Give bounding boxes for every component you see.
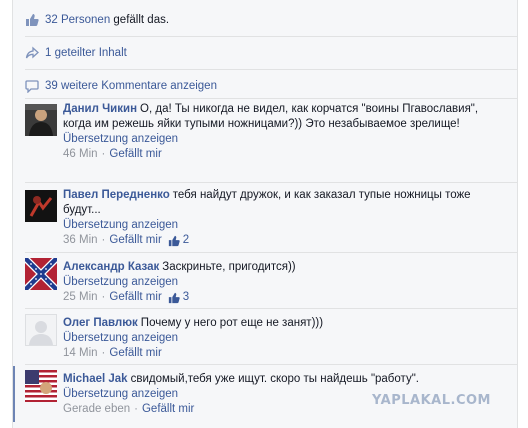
confederate-flag-icon [25,258,57,290]
avatar-photo-icon [25,190,57,222]
shares-link[interactable]: 1 geteilter Inhalt [45,47,127,59]
likes-summary: 32 Personen gefällt das. [25,8,169,32]
comment-like-button[interactable]: Gefällt mir [109,290,161,305]
likes-number: 2 [182,234,190,246]
meta-separator: · [101,347,106,359]
default-avatar-icon [26,315,56,345]
comment-time[interactable]: 46 Min [63,147,98,162]
divider [25,36,517,37]
comment-like-button[interactable]: Gefällt mir [142,402,194,417]
comment-like-button[interactable]: Gefällt mir [109,346,161,361]
share-icon [25,46,39,59]
meta-separator: · [101,234,106,246]
comment-item: Данил Чикин О, да! Ты никогда не видел, к… [13,98,517,182]
translate-link[interactable]: Übersetzung anzeigen [63,331,503,346]
comment-text: Почему у него рот еще не занят))) [140,317,324,329]
comment-body: Павел Передненко тебя найдут дружок, и ка… [63,188,503,248]
comment-author[interactable]: Олег Павлюк [63,317,138,329]
comment-body: Данил Чикин О, да! Ты никогда не видел, к… [63,102,503,162]
thumbs-up-icon [168,292,180,303]
watermark-logo: YAPLAKAL.COM [372,393,491,408]
comment-like-button[interactable]: Gefällt mir [109,147,161,162]
avatar-photo-icon [25,104,57,136]
comment-author[interactable]: Michael Jak [63,373,128,385]
avatar[interactable] [25,314,57,346]
comment-body: Александр Казак Заскриньте, пригодится)) … [63,260,503,305]
more-comments-link[interactable]: 39 weitere Kommentare anzeigen [45,80,217,92]
more-comments[interactable]: 39 weitere Kommentare anzeigen [25,74,217,98]
avatar[interactable] [25,190,57,222]
likes-count-link[interactable]: 32 Personen [45,14,110,26]
translate-link[interactable]: Übersetzung anzeigen [63,275,503,290]
comment-text: Заскриньте, пригодится)) [162,261,296,273]
meta-separator: · [101,291,106,303]
divider [25,69,517,70]
comment-item: Павел Передненко тебя найдут дружок, и ка… [13,182,517,252]
comment-like-button[interactable]: Gefällt mir [109,233,161,248]
comment-time[interactable]: 14 Min [63,346,98,361]
comment-likes-count[interactable]: 3 [168,290,189,305]
avatar[interactable] [25,258,57,290]
thumbs-up-icon [26,14,39,26]
comment-meta: 36 Min · Gefällt mir 2 [63,233,503,248]
likes-suffix: gefällt das. [110,14,170,26]
comment-author[interactable]: Павел Передненко [63,189,170,201]
comment-author[interactable]: Данил Чикин [63,103,137,115]
comment-author[interactable]: Александр Казак [63,261,159,273]
us-flag-icon [25,370,57,402]
shares-summary[interactable]: 1 geteilter Inhalt [25,41,127,65]
comment-item: Александр Казак Заскриньте, пригодится)) … [13,252,517,308]
comment-meta: 14 Min · Gefällt mir [63,346,503,361]
meta-separator: · [101,148,106,160]
comment-meta: 25 Min · Gefällt mir 3 [63,290,503,305]
thumbs-up-icon [168,235,180,246]
comment-time[interactable]: Gerade eben [63,402,130,417]
meta-separator: · [134,403,138,415]
translate-link[interactable]: Übersetzung anzeigen [63,218,503,233]
comment-likes-count[interactable]: 2 [168,233,189,248]
avatar[interactable] [25,104,57,136]
comment-text: свидомый,тебя уже ищут. скоро ты найдешь… [130,373,419,385]
comment-bubble-icon [25,80,39,93]
comment-item: Олег Павлюк Почему у него рот еще не заня… [13,308,517,364]
comment-time[interactable]: 25 Min [63,290,98,305]
avatar[interactable] [25,370,57,402]
translate-link[interactable]: Übersetzung anzeigen [63,132,503,147]
likes-number: 3 [182,291,190,303]
comment-meta: 46 Min · Gefällt mir [63,147,503,162]
comment-body: Олег Павлюк Почему у него рот еще не заня… [63,316,503,361]
comment-time[interactable]: 36 Min [63,233,98,248]
comments-panel: 32 Personen gefällt das. 1 geteilter Inh… [12,0,518,428]
